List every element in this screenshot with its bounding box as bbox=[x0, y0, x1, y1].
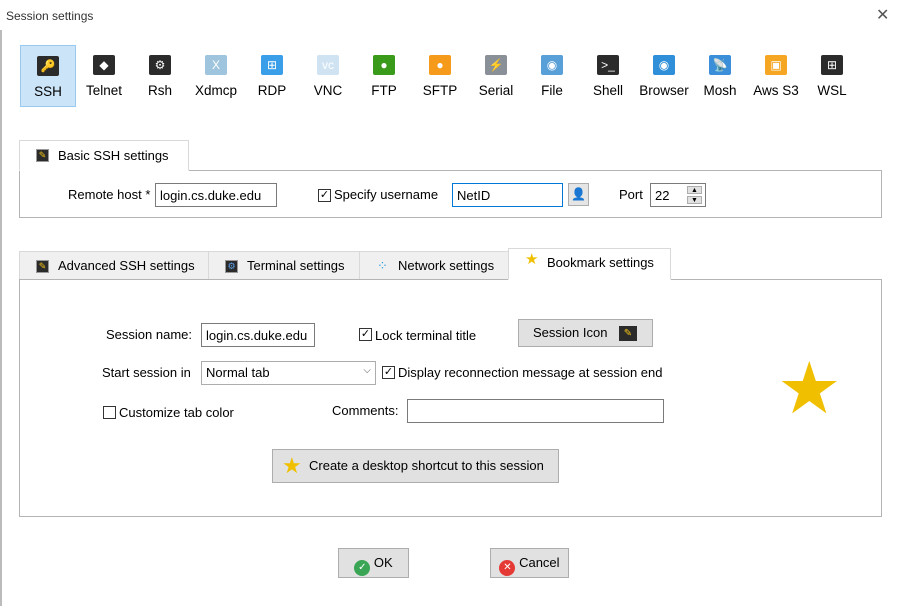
specify-username-label: Specify username bbox=[334, 187, 439, 202]
x-monitor-icon: X bbox=[205, 55, 227, 75]
specify-username-checkbox[interactable]: ✓ bbox=[318, 189, 331, 202]
vnc-monitor-icon: vc bbox=[317, 55, 339, 75]
comments-label: Comments: bbox=[332, 403, 399, 418]
basic-settings-panel: Remote host * ✓ Specify username 👤 Port … bbox=[19, 170, 882, 218]
bookmark-settings-panel: Session name: ✓ Lock terminal title Sess… bbox=[19, 279, 882, 517]
comments-input[interactable] bbox=[407, 399, 664, 423]
satellite-dish-icon: 📡 bbox=[709, 55, 731, 75]
tab-label: Advanced SSH settings bbox=[58, 258, 195, 273]
tab-terminal-settings[interactable]: ⚙ Terminal settings bbox=[208, 251, 360, 280]
remote-host-label: Remote host * bbox=[68, 187, 151, 202]
user-key-icon[interactable]: 👤 bbox=[568, 183, 589, 206]
session-icon-label: Session Icon bbox=[533, 325, 608, 340]
lock-terminal-title-label: Lock terminal title bbox=[375, 328, 477, 343]
port-down-icon[interactable]: ▼ bbox=[687, 196, 702, 204]
session-name-label: Session name: bbox=[106, 327, 192, 342]
start-session-in-select[interactable]: Normal tab ⌵ bbox=[201, 361, 376, 385]
check-icon: ✓ bbox=[354, 560, 371, 576]
globe-monitor-icon: ◉ bbox=[541, 55, 563, 75]
cancel-button[interactable]: ✕ Cancel bbox=[490, 548, 569, 578]
display-reconnection-label: Display reconnection message at session … bbox=[398, 365, 663, 380]
tab-label: Basic SSH settings bbox=[58, 148, 169, 163]
customize-tab-color-checkbox[interactable] bbox=[103, 406, 116, 419]
tab-network-settings[interactable]: ⁘ Network settings bbox=[359, 251, 509, 280]
window-title: Session settings bbox=[6, 9, 94, 23]
window-edge bbox=[0, 30, 2, 606]
remote-host-input[interactable] bbox=[155, 183, 277, 207]
port-up-icon[interactable]: ▲ bbox=[687, 186, 702, 194]
green-globe-icon: ● bbox=[373, 55, 395, 75]
key-icon: 🔑 bbox=[37, 56, 59, 76]
lock-terminal-title-checkbox[interactable]: ✓ bbox=[359, 328, 372, 341]
select-value: Normal tab bbox=[206, 365, 270, 380]
earth-icon: ◉ bbox=[653, 55, 675, 75]
customize-tab-color-label: Customize tab color bbox=[119, 405, 234, 420]
orange-globe-icon: ● bbox=[429, 55, 451, 75]
username-input[interactable] bbox=[452, 183, 563, 207]
terminal-gears-icon: ⚙ bbox=[225, 260, 238, 273]
star-icon: ★ bbox=[525, 251, 539, 268]
plug-icon: ⚡ bbox=[485, 55, 507, 75]
session-type-wsl[interactable]: ⊞ WSL bbox=[804, 45, 860, 107]
ok-label: OK bbox=[373, 555, 393, 570]
key-icon: ✎ bbox=[619, 326, 637, 341]
terminal-icon: >_ bbox=[597, 55, 619, 75]
gem-icon: ◆ bbox=[93, 55, 115, 75]
session-name-input[interactable] bbox=[201, 323, 315, 347]
start-session-in-label: Start session in bbox=[102, 365, 191, 380]
tab-advanced-ssh-settings[interactable]: ✎ Advanced SSH settings bbox=[19, 251, 209, 280]
port-label: Port bbox=[619, 187, 643, 202]
network-icon: ⁘ bbox=[377, 258, 388, 273]
key-icon: ✎ bbox=[36, 260, 49, 273]
session-type-label: WSL bbox=[817, 83, 847, 98]
session-icon-button[interactable]: Session Icon ✎ bbox=[518, 319, 653, 347]
tab-label: Terminal settings bbox=[247, 258, 345, 273]
create-desktop-shortcut-button[interactable]: ★ Create a desktop shortcut to this sess… bbox=[272, 449, 559, 483]
bookmark-star-icon: ★ bbox=[777, 349, 842, 429]
tab-basic-ssh-settings[interactable]: ✎ Basic SSH settings bbox=[19, 140, 189, 171]
windows-monitor-icon: ⊞ bbox=[261, 55, 283, 75]
gears-icon: ⚙ bbox=[149, 55, 171, 75]
star-icon: ★ bbox=[282, 453, 302, 478]
tab-label: Network settings bbox=[398, 258, 495, 273]
cancel-label: Cancel bbox=[519, 555, 560, 570]
tab-bookmark-settings[interactable]: ★ Bookmark settings bbox=[508, 248, 671, 280]
windows-icon: ⊞ bbox=[821, 55, 843, 75]
close-button[interactable]: ✕ bbox=[876, 5, 889, 25]
display-reconnection-checkbox[interactable]: ✓ bbox=[382, 366, 395, 379]
cancel-x-icon: ✕ bbox=[499, 560, 516, 576]
aws-cubes-icon: ▣ bbox=[765, 55, 787, 75]
key-icon: ✎ bbox=[36, 149, 49, 162]
ok-button[interactable]: ✓ OK bbox=[338, 548, 409, 578]
tab-label: Bookmark settings bbox=[547, 255, 654, 270]
chevron-down-icon: ⌵ bbox=[363, 365, 371, 376]
shortcut-label: Create a desktop shortcut to this sessio… bbox=[309, 458, 544, 473]
